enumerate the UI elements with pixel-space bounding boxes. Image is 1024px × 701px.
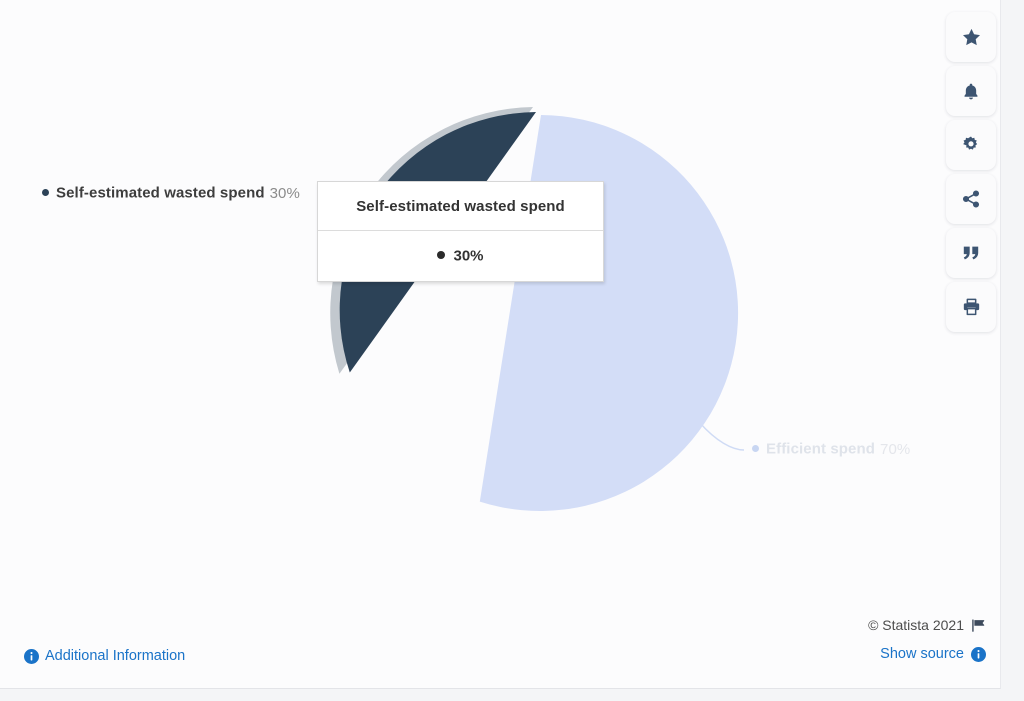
favorite-button[interactable] <box>946 12 996 62</box>
print-button[interactable] <box>946 282 996 332</box>
legend-dot-wasted <box>42 188 49 196</box>
pie-label-efficient-spend[interactable]: Efficient spend 70% <box>752 440 910 458</box>
pie-label-efficient-value: 70% <box>880 440 911 458</box>
tooltip-header: Self-estimated wasted spend <box>318 182 603 231</box>
pie-slice-efficient-spend[interactable] <box>479 115 739 511</box>
cite-button[interactable] <box>946 228 996 278</box>
print-icon <box>961 297 982 317</box>
pie-chart-svg <box>330 107 745 511</box>
gear-icon <box>961 135 981 155</box>
info-icon <box>971 646 986 662</box>
tooltip-body: 30% <box>318 231 603 281</box>
flag-icon[interactable] <box>971 618 986 633</box>
pie-label-self-estimated-wasted-spend[interactable]: Self-estimated wasted spend 30% <box>42 184 300 202</box>
pie-label-wasted-value: 30% <box>269 184 300 202</box>
copyright-label: © Statista 2021 <box>868 617 964 633</box>
show-source-link[interactable]: Show source <box>868 646 986 662</box>
copyright-notice: © Statista 2021 <box>868 617 986 633</box>
chart-action-toolbar <box>946 12 996 336</box>
show-source-label: Show source <box>880 646 964 662</box>
settings-button[interactable] <box>946 120 996 170</box>
star-icon <box>961 27 982 48</box>
share-icon <box>961 189 981 209</box>
footer-right-block: © Statista 2021 Show source <box>868 617 986 662</box>
tooltip-value: 30% <box>453 247 484 265</box>
tooltip-series-dot <box>437 251 446 260</box>
pie-chart: Self-estimated wasted spend 30% Efficient… <box>0 0 1001 600</box>
leader-line-efficient <box>699 422 745 451</box>
pie-label-wasted-name: Self-estimated wasted spend <box>56 184 265 202</box>
additional-information-link[interactable]: Additional Information <box>24 648 185 664</box>
pie-label-efficient-name: Efficient spend <box>766 440 876 458</box>
tooltip-title: Self-estimated wasted spend <box>356 198 565 215</box>
notifications-button[interactable] <box>946 66 996 116</box>
share-button[interactable] <box>946 174 996 224</box>
statista-chart-page: Self-estimated wasted spend 30% Efficient… <box>0 0 1024 701</box>
chart-tooltip: Self-estimated wasted spend 30% <box>317 181 604 282</box>
bell-icon <box>961 81 981 102</box>
legend-dot-efficient <box>752 444 759 452</box>
tooltip-value-row: 30% <box>437 247 484 265</box>
additional-information-label: Additional Information <box>45 648 186 664</box>
quote-icon <box>961 244 981 262</box>
info-icon <box>24 648 39 664</box>
